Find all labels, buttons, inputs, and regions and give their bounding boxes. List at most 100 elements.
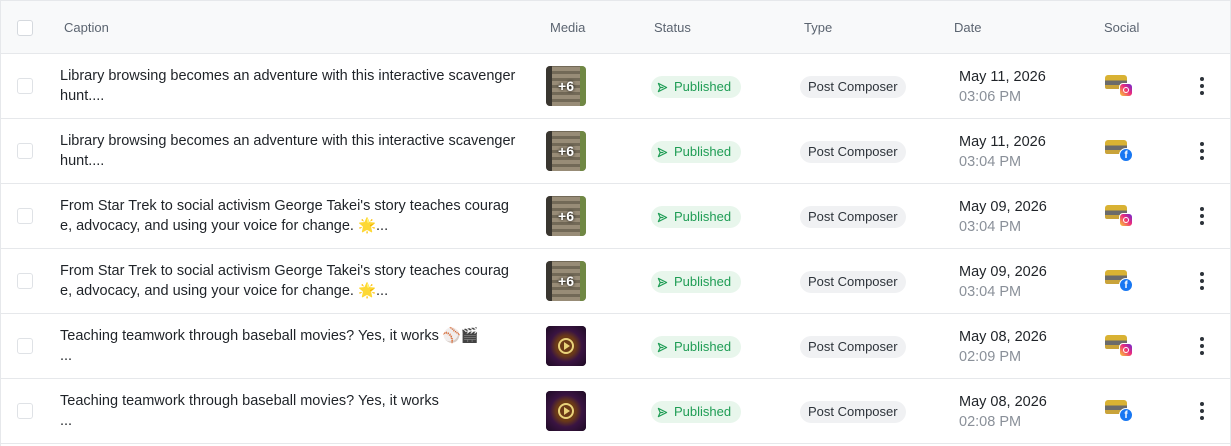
send-icon [657, 277, 668, 287]
media-count: +6 [558, 78, 574, 94]
post-caption[interactable]: From Star Trek to social activism George… [60, 261, 530, 301]
facebook-icon: f [1119, 148, 1133, 162]
date-value: May 11, 2026 [959, 69, 1046, 85]
post-caption[interactable]: Library browsing becomes an adventure wi… [60, 66, 530, 106]
row-checkbox[interactable] [17, 78, 33, 94]
select-all-checkbox[interactable] [17, 20, 33, 36]
date-value: May 09, 2026 [959, 199, 1047, 215]
row-checkbox[interactable] [17, 338, 33, 354]
row-checkbox[interactable] [17, 208, 33, 224]
row-checkbox[interactable] [17, 143, 33, 159]
date-value: May 08, 2026 [959, 394, 1047, 410]
time-value: 03:04 PM [959, 154, 1022, 170]
table-row[interactable]: From Star Trek to social activism George… [1, 184, 1230, 249]
media-thumbnail-gallery[interactable]: +6 [546, 66, 586, 106]
type-badge: Post Composer [800, 336, 906, 358]
caption-line: From Star Trek to social activism George… [60, 198, 509, 214]
status-badge: Published [651, 141, 742, 163]
social-account[interactable] [1105, 335, 1135, 363]
status-label: Published [674, 339, 732, 354]
social-account[interactable]: f [1105, 140, 1135, 168]
caption-line: ... [60, 413, 73, 429]
more-options-icon[interactable] [1194, 206, 1210, 226]
type-badge: Post Composer [800, 401, 906, 423]
facebook-icon: f [1119, 278, 1133, 292]
caption-line: ... [60, 348, 73, 364]
date-value: May 09, 2026 [959, 264, 1047, 280]
date-value: May 11, 2026 [959, 134, 1046, 150]
media-thumbnail-video[interactable] [546, 326, 586, 366]
social-account[interactable] [1105, 75, 1135, 103]
caption-line: Teaching teamwork through baseball movie… [60, 328, 479, 344]
row-checkbox[interactable] [17, 403, 33, 419]
media-thumbnail-gallery[interactable]: +6 [546, 131, 586, 171]
post-caption[interactable]: Teaching teamwork through baseball movie… [60, 326, 530, 366]
time-value: 02:08 PM [959, 414, 1022, 430]
status-label: Published [674, 144, 732, 159]
send-icon [657, 147, 668, 157]
status-label: Published [674, 274, 732, 289]
posts-table: Caption Media Status Type Date Social Li… [0, 0, 1231, 446]
media-thumbnail-gallery[interactable]: +6 [546, 261, 586, 301]
more-options-icon[interactable] [1194, 76, 1210, 96]
column-header-date[interactable]: Date [954, 20, 981, 35]
table-row[interactable]: From Star Trek to social activism George… [1, 249, 1230, 314]
column-header-social[interactable]: Social [1104, 20, 1139, 35]
column-header-caption[interactable]: Caption [64, 20, 109, 35]
status-badge: Published [651, 271, 742, 293]
type-badge: Post Composer [800, 206, 906, 228]
post-date: May 08, 2026 02:08 PM [959, 392, 1047, 432]
media-count: +6 [558, 273, 574, 289]
post-date: May 08, 2026 02:09 PM [959, 327, 1047, 367]
more-options-icon[interactable] [1194, 336, 1210, 356]
send-icon [657, 212, 668, 222]
post-date: May 11, 2026 03:06 PM [959, 67, 1046, 107]
type-badge: Post Composer [800, 271, 906, 293]
more-options-icon[interactable] [1194, 141, 1210, 161]
post-date: May 11, 2026 03:04 PM [959, 132, 1046, 172]
send-icon [657, 342, 668, 352]
social-account[interactable]: f [1105, 270, 1135, 298]
status-badge: Published [651, 336, 742, 358]
type-badge: Post Composer [800, 141, 906, 163]
column-header-type[interactable]: Type [804, 20, 832, 35]
status-badge: Published [651, 76, 742, 98]
caption-line: hunt.... [60, 153, 105, 169]
table-row[interactable]: Teaching teamwork through baseball movie… [1, 379, 1230, 444]
table-body: Library browsing becomes an adventure wi… [1, 54, 1230, 444]
caption-line: hunt.... [60, 88, 105, 104]
media-thumbnail-video[interactable] [546, 391, 586, 431]
time-value: 03:06 PM [959, 89, 1022, 105]
column-header-status[interactable]: Status [654, 20, 691, 35]
caption-line: Library browsing becomes an adventure wi… [60, 68, 516, 84]
more-options-icon[interactable] [1194, 401, 1210, 421]
facebook-icon: f [1119, 408, 1133, 422]
table-row[interactable]: Teaching teamwork through baseball movie… [1, 314, 1230, 379]
caption-line: e, advocacy, and using your voice for ch… [60, 218, 389, 234]
social-account[interactable]: f [1105, 400, 1135, 428]
send-icon [657, 407, 668, 417]
media-count: +6 [558, 143, 574, 159]
media-count: +6 [558, 208, 574, 224]
post-caption[interactable]: Teaching teamwork through baseball movie… [60, 391, 530, 431]
media-thumbnail-gallery[interactable]: +6 [546, 196, 586, 236]
post-caption[interactable]: From Star Trek to social activism George… [60, 196, 530, 236]
status-label: Published [674, 79, 732, 94]
time-value: 02:09 PM [959, 349, 1022, 365]
instagram-icon [1119, 83, 1133, 97]
table-row[interactable]: Library browsing becomes an adventure wi… [1, 54, 1230, 119]
time-value: 03:04 PM [959, 284, 1022, 300]
status-badge: Published [651, 206, 742, 228]
status-badge: Published [651, 401, 742, 423]
play-icon [558, 403, 574, 419]
more-options-icon[interactable] [1194, 271, 1210, 291]
post-caption[interactable]: Library browsing becomes an adventure wi… [60, 131, 530, 171]
column-header-media[interactable]: Media [550, 20, 585, 35]
table-row[interactable]: Library browsing becomes an adventure wi… [1, 119, 1230, 184]
caption-line: Library browsing becomes an adventure wi… [60, 133, 516, 149]
social-account[interactable] [1105, 205, 1135, 233]
row-checkbox[interactable] [17, 273, 33, 289]
caption-line: From Star Trek to social activism George… [60, 263, 509, 279]
caption-line: Teaching teamwork through baseball movie… [60, 393, 439, 409]
type-badge: Post Composer [800, 76, 906, 98]
